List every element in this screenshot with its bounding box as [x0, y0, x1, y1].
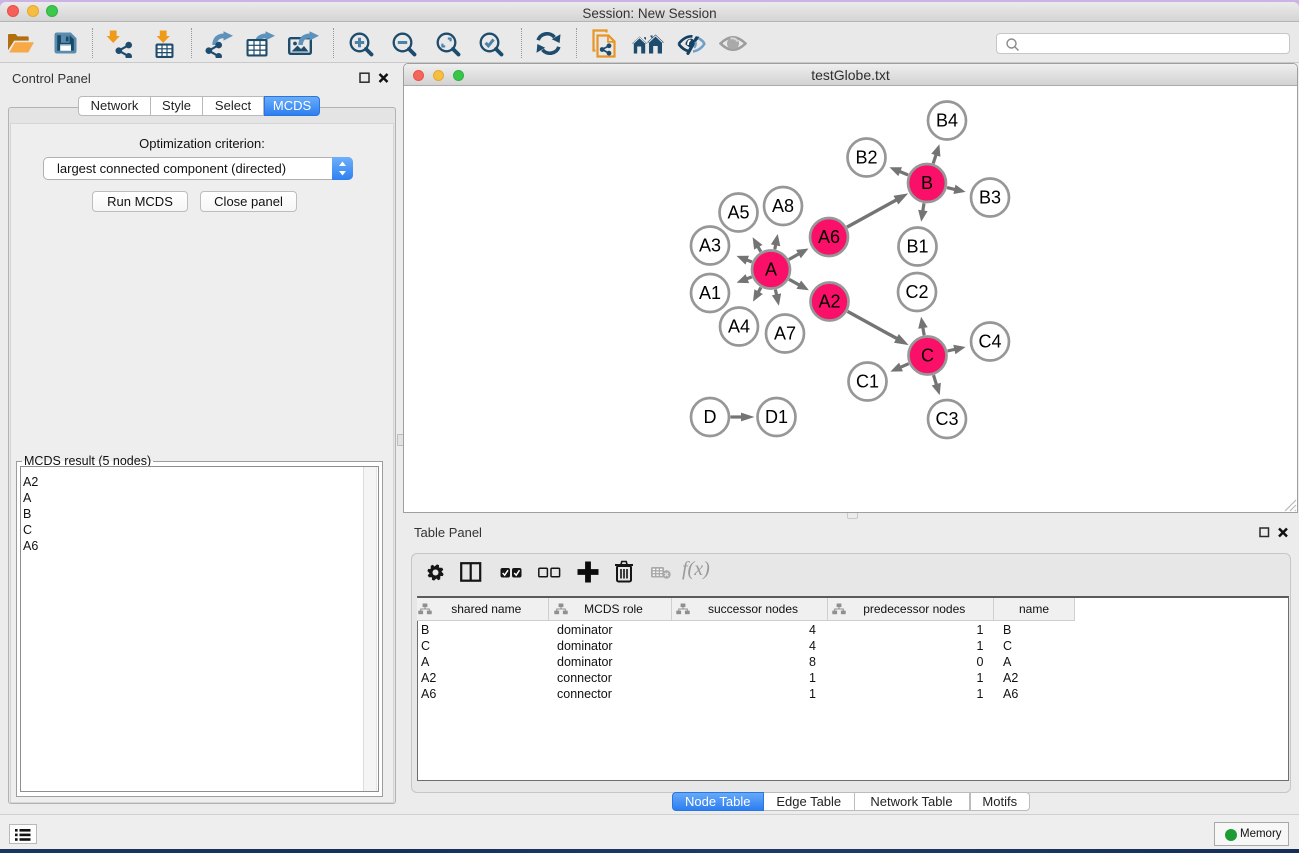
svg-text:A5: A5 [727, 203, 749, 223]
svg-text:D: D [704, 407, 717, 427]
svg-text:D1: D1 [765, 407, 788, 427]
svg-text:B: B [921, 173, 933, 193]
svg-text:A6: A6 [818, 227, 840, 247]
svg-text:C1: C1 [856, 372, 879, 392]
svg-text:B1: B1 [906, 237, 928, 257]
svg-text:A1: A1 [699, 283, 721, 303]
svg-text:C: C [921, 346, 934, 366]
svg-text:A: A [765, 260, 777, 280]
svg-text:A2: A2 [818, 292, 840, 312]
svg-text:C4: C4 [978, 332, 1001, 352]
svg-text:B4: B4 [936, 111, 958, 131]
svg-text:A8: A8 [772, 196, 794, 216]
svg-text:A7: A7 [774, 324, 796, 344]
svg-text:C3: C3 [935, 409, 958, 429]
svg-text:B3: B3 [979, 188, 1001, 208]
svg-text:A3: A3 [699, 236, 721, 256]
svg-text:C2: C2 [905, 282, 928, 302]
svg-text:B2: B2 [855, 148, 877, 168]
svg-text:A4: A4 [728, 317, 750, 337]
